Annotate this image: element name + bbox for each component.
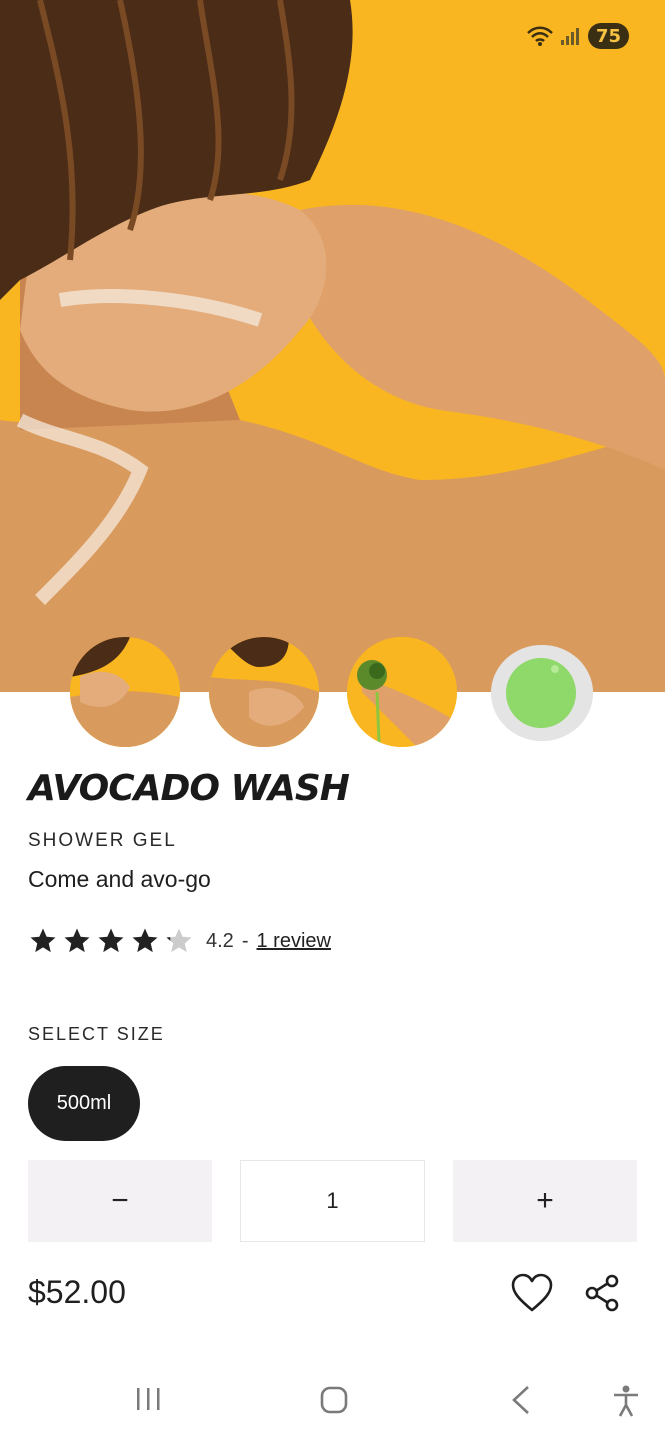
product-tagline: Come and avo-go (28, 866, 211, 892)
size-option-500ml[interactable]: 500ml (28, 1066, 140, 1141)
product-price: $52.00 (28, 1274, 126, 1310)
product-rating: 4.2 - 1 review (28, 926, 331, 956)
back-icon[interactable] (508, 1384, 534, 1416)
recents-icon[interactable] (134, 1384, 164, 1414)
rating-stars (28, 926, 194, 956)
thumbnail-3[interactable] (347, 637, 457, 747)
wifi-icon (527, 26, 553, 46)
rating-separator: - (241, 929, 249, 952)
star-icon (64, 928, 90, 953)
home-icon[interactable] (318, 1384, 350, 1416)
rating-value: 4.2 (206, 929, 234, 952)
heart-icon[interactable] (510, 1272, 554, 1314)
image-thumbnails (0, 637, 665, 749)
increase-quantity-button[interactable]: + (453, 1160, 637, 1242)
quantity-field[interactable]: 1 (240, 1160, 425, 1242)
system-navigation-bar (0, 1360, 665, 1440)
battery-indicator: 75 (587, 23, 629, 49)
size-label: SELECT SIZE (28, 1024, 165, 1044)
accessibility-icon[interactable] (610, 1384, 642, 1418)
thumbnail-4[interactable] (491, 645, 593, 741)
share-icon[interactable] (584, 1274, 620, 1312)
product-category: SHOWER GEL (28, 830, 177, 851)
signal-icon (560, 28, 579, 45)
decrease-quantity-button[interactable]: − (28, 1160, 212, 1242)
star-icon (98, 928, 124, 953)
product-hero-image (0, 0, 665, 692)
star-partial-icon (166, 928, 192, 953)
reviews-link[interactable]: 1 review (256, 930, 330, 953)
product-title: AVOCADO WASH (28, 768, 350, 809)
status-bar: 75 (526, 22, 629, 50)
star-icon (30, 928, 56, 953)
thumbnail-2[interactable] (209, 637, 319, 747)
star-icon (132, 928, 158, 953)
thumbnail-1[interactable] (70, 637, 180, 747)
